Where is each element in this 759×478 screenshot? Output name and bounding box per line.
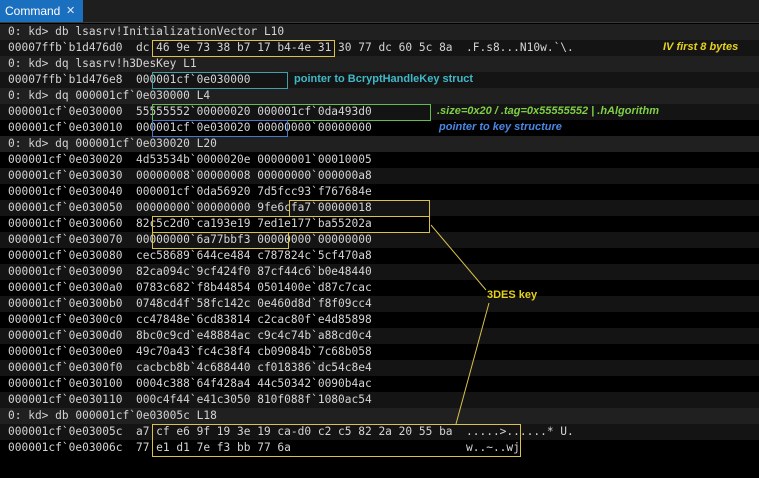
command-line: 0: kd> dq 000001cf`0e030000 L4 [0, 88, 759, 104]
output-text: 000001cf`0e0300e0 49c70a43`fc4c38f4 cb09… [8, 345, 372, 358]
output-line: 000001cf`0e030030 00000008`00000008 0000… [0, 168, 759, 184]
command-text: 0: kd> dq lsasrv!h3DesKey L1 [8, 57, 197, 70]
output-line: 000001cf`0e030070 00000000`6a77bbf3 0000… [0, 232, 759, 248]
output-text: 000001cf`0e030110 000c4f44`e41c3050 810f… [8, 393, 372, 406]
command-text: 0: kd> db 000001cf`0e03005c L18 [8, 409, 217, 422]
output-line: 00007ffb`b1d476d0 dc 46 9e 73 38 b7 17 b… [0, 40, 759, 56]
command-line: 0: kd> dq lsasrv!h3DesKey L1 [0, 56, 759, 72]
output-text: 000001cf`0e030060 82c5c2d0`ca193e19 7ed1… [8, 217, 372, 230]
annotation-key-structure: pointer to key structure [439, 121, 562, 133]
command-output[interactable]: 0: kd> db lsasrv!InitializationVector L1… [0, 23, 759, 478]
output-text: 000001cf`0e030040 000001cf`0da56920 7d5f… [8, 185, 372, 198]
output-text: 000001cf`0e030020 4d53534b`0000020e 0000… [8, 153, 372, 166]
output-line: 000001cf`0e0300c0 cc47848e`6cd83814 c2ca… [0, 312, 759, 328]
output-text: 000001cf`0e0300d0 8bc0c9cd`e48884ac c9c4… [8, 329, 372, 342]
output-line: 000001cf`0e03005c a7 cf e6 9f 19 3e 19 c… [0, 424, 759, 440]
output-line: 000001cf`0e030100 0004c388`64f428a4 44c5… [0, 376, 759, 392]
output-text: 000001cf`0e030090 82ca094c`9cf424f0 87cf… [8, 265, 372, 278]
annotation-bcrypt: pointer to BcryptHandleKey struct [294, 73, 474, 85]
output-text: 000001cf`0e030000 55555552`00000020 0000… [8, 105, 372, 118]
output-line: 000001cf`0e0300a0 0783c682`f8b44854 0501… [0, 280, 759, 296]
output-line: 000001cf`0e030050 00000000`00000000 9fe6… [0, 200, 759, 216]
command-text: 0: kd> dq 000001cf`0e030000 L4 [8, 89, 211, 102]
output-text: 000001cf`0e030010 000001cf`0e030020 0000… [8, 121, 372, 134]
output-text: 000001cf`0e0300c0 cc47848e`6cd83814 c2ca… [8, 313, 372, 326]
output-line: 000001cf`0e030090 82ca094c`9cf424f0 87cf… [0, 264, 759, 280]
output-text: 000001cf`0e030050 00000000`00000000 9fe6… [8, 201, 372, 214]
output-text: 000001cf`0e03006c 77 e1 d1 7e f3 bb 77 6… [8, 441, 520, 454]
output-line: 000001cf`0e030060 82c5c2d0`ca193e19 7ed1… [0, 216, 759, 232]
output-line: 000001cf`0e03006c 77 e1 d1 7e f3 bb 77 6… [0, 440, 759, 456]
annotation-3des: 3DES key [487, 289, 538, 301]
annotation-struct: .size=0x20 / .tag=0x55555552 | .hAlgorit… [437, 105, 659, 117]
output-text: 000001cf`0e030080 cec58689`644ce484 c787… [8, 249, 372, 262]
tab-bar: Command ✕ [0, 0, 759, 23]
output-line: 000001cf`0e0300d0 8bc0c9cd`e48884ac c9c4… [0, 328, 759, 344]
command-line: 0: kd> dq 000001cf`0e030020 L20 [0, 136, 759, 152]
output-line: 000001cf`0e030040 000001cf`0da56920 7d5f… [0, 184, 759, 200]
annotation-iv: IV first 8 bytes [663, 41, 739, 53]
output-text: 000001cf`0e0300a0 0783c682`f8b44854 0501… [8, 281, 372, 294]
output-line: 000001cf`0e030010 000001cf`0e030020 0000… [0, 120, 759, 136]
output-text: 000001cf`0e030070 00000000`6a77bbf3 0000… [8, 233, 372, 246]
output-text: 000001cf`0e03005c a7 cf e6 9f 19 3e 19 c… [8, 425, 574, 438]
command-text: 0: kd> dq 000001cf`0e030020 L20 [8, 137, 217, 150]
command-text: 0: kd> db lsasrv!InitializationVector L1… [8, 25, 285, 38]
output-text: 000001cf`0e0300b0 0748cd4f`58fc142c 0e46… [8, 297, 372, 310]
command-line: 0: kd> db 000001cf`0e03005c L18 [0, 408, 759, 424]
output-line: 000001cf`0e030080 cec58689`644ce484 c787… [0, 248, 759, 264]
output-line: 000001cf`0e0300e0 49c70a43`fc4c38f4 cb09… [0, 344, 759, 360]
output-text: 000001cf`0e0300f0 cacbcb8b`4c688440 cf01… [8, 361, 372, 374]
output-text: 00007ffb`b1d476d0 dc 46 9e 73 38 b7 17 b… [8, 41, 574, 54]
output-text: 000001cf`0e030030 00000008`00000008 0000… [8, 169, 372, 182]
output-line: 000001cf`0e030020 4d53534b`0000020e 0000… [0, 152, 759, 168]
tab-label: Command [5, 4, 61, 18]
tab-command[interactable]: Command ✕ [0, 0, 83, 22]
output-line: 000001cf`0e030110 000c4f44`e41c3050 810f… [0, 392, 759, 408]
output-text: 00007ffb`b1d476e8 000001cf`0e030000 [8, 73, 251, 86]
command-line: 0: kd> db lsasrv!InitializationVector L1… [0, 24, 759, 40]
output-text: 000001cf`0e030100 0004c388`64f428a4 44c5… [8, 377, 372, 390]
output-line: 000001cf`0e0300b0 0748cd4f`58fc142c 0e46… [0, 296, 759, 312]
output-line: 000001cf`0e0300f0 cacbcb8b`4c688440 cf01… [0, 360, 759, 376]
close-icon[interactable]: ✕ [66, 0, 75, 22]
